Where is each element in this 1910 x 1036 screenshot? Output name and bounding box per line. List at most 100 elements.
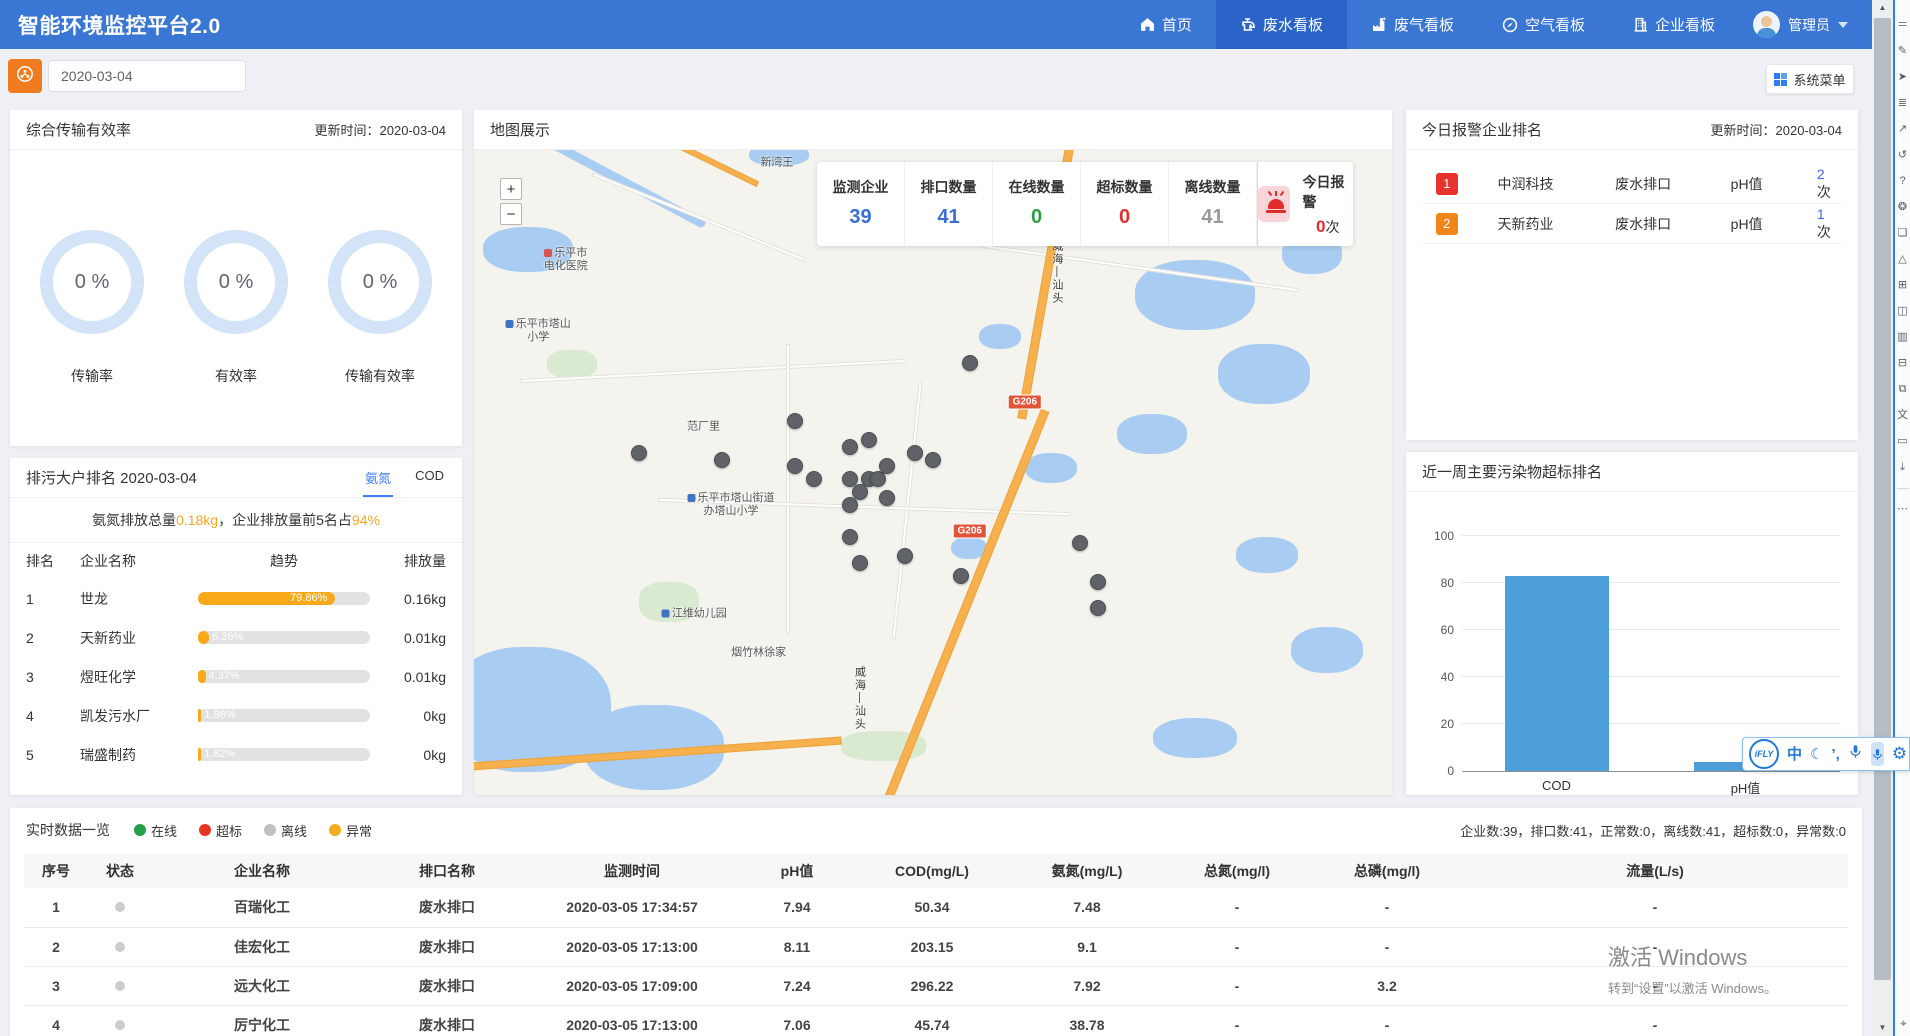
enterprise-marker[interactable] xyxy=(1090,600,1106,616)
zoom-out-button[interactable]: − xyxy=(500,203,522,225)
data-cell: 50.34 xyxy=(852,888,1012,927)
map-canvas[interactable]: 沈家岭新湾王乐平市 电化医院乐平市塔山 小学范厂里乐平市塔山街道 办塔山小学江维… xyxy=(474,150,1392,795)
scroll-up-arrow[interactable]: ▲ xyxy=(1872,0,1893,16)
enterprise-marker[interactable] xyxy=(787,458,803,474)
enterprise-marker[interactable] xyxy=(925,452,941,468)
enterprise-marker[interactable] xyxy=(806,471,822,487)
school-icon xyxy=(506,320,514,328)
browser-side-toolbar: ＝ ✎ ➤ ≣ ↗ ↺? ❂ ❏ △ ⊞ ◫ ▥ ⊟ ⧉ 文 ▭ ⤓ ⋯ ⌖ xyxy=(1893,0,1910,1036)
enterprise-marker[interactable] xyxy=(842,497,858,513)
map-place-label: 新湾王 xyxy=(760,156,793,169)
more-icon[interactable]: ⋯ xyxy=(1897,504,1908,515)
x-axis-label: pH值 xyxy=(1686,778,1806,797)
chart-icon[interactable]: ▥ xyxy=(1897,332,1907,343)
user-menu[interactable]: 管理员 xyxy=(1739,0,1862,49)
adjust-icon[interactable]: ≣ xyxy=(1898,98,1907,109)
enterprise-marker[interactable] xyxy=(787,413,803,429)
legend-item: 超标 xyxy=(199,821,242,840)
transmission-panel: 综合传输有效率 更新时间：2020-03-04 0 %传输率0 %有效率0 %传… xyxy=(10,110,462,446)
transmission-update-time: 更新时间：2020-03-04 xyxy=(315,120,447,139)
enterprise-marker[interactable] xyxy=(907,445,923,461)
zoom-in-button[interactable]: + xyxy=(500,178,522,200)
nav-home[interactable]: 首页 xyxy=(1116,0,1216,49)
nav-enterprise[interactable]: 企业看板 xyxy=(1609,0,1739,49)
enterprise-marker[interactable] xyxy=(953,568,969,584)
weekly-chart-title: 近一周主要污染物超标排名 xyxy=(1422,461,1602,482)
rank-badge: 1 xyxy=(1436,173,1458,195)
summary-prefix: 氨氮排放总量 xyxy=(92,510,176,530)
table-icon[interactable]: ⊞ xyxy=(1898,280,1907,291)
ifly-mic-icon[interactable] xyxy=(1848,744,1863,764)
org-structure-button[interactable] xyxy=(8,59,42,93)
y-tick-label: 80 xyxy=(1420,576,1454,590)
realtime-table: 序号状态企业名称排口名称监测时间pH值COD(mg/L)氨氮(mg/L)总氮(m… xyxy=(24,854,1848,1036)
layout-icon[interactable]: ◫ xyxy=(1897,306,1907,317)
trend-percent: 79.86% xyxy=(198,592,327,605)
enterprise-marker[interactable] xyxy=(897,548,913,564)
scroll-down-arrow[interactable]: ▼ xyxy=(1872,1020,1893,1036)
translate-icon[interactable]: 文 xyxy=(1897,410,1908,421)
enterprise-marker[interactable] xyxy=(879,490,895,506)
column-header: 排口名称 xyxy=(372,854,522,888)
enterprise-marker[interactable] xyxy=(861,432,877,448)
enterprise-marker[interactable] xyxy=(1090,574,1106,590)
badge-icon[interactable]: ❂ xyxy=(1898,202,1907,213)
nav-wastewater[interactable]: 废水看板 xyxy=(1216,0,1347,49)
highlighter-icon[interactable]: △ xyxy=(1898,254,1906,265)
today-alarm-cell: 今日报警 0次 xyxy=(1257,162,1353,246)
nav-exhaust[interactable]: 废气看板 xyxy=(1347,0,1478,49)
trend-percent: 1.98% xyxy=(204,709,235,722)
enterprise-marker[interactable] xyxy=(842,529,858,545)
ifly-punctuation-icon[interactable]: ’, xyxy=(1831,747,1839,762)
image-stack-icon[interactable]: ⧉ xyxy=(1899,384,1907,395)
enterprise-marker[interactable] xyxy=(842,439,858,455)
factor-name: pH值 xyxy=(1731,214,1817,234)
data-cell: 7.06 xyxy=(742,1005,852,1036)
handle-icon[interactable]: ＝ xyxy=(1897,20,1908,31)
box-icon[interactable]: ⊟ xyxy=(1898,358,1907,369)
ifly-logo[interactable]: iFLY xyxy=(1749,739,1779,769)
pen-icon[interactable]: ✎ xyxy=(1898,46,1907,57)
alarm-siren-icon xyxy=(1258,186,1290,222)
image-icon[interactable]: ▭ xyxy=(1897,436,1907,447)
enterprise-marker[interactable] xyxy=(879,458,895,474)
ifly-settings-gear-icon[interactable]: ⚙ xyxy=(1892,744,1907,764)
share-icon[interactable]: ↗ xyxy=(1898,124,1907,135)
gridline xyxy=(1462,535,1840,536)
data-cell: 38.78 xyxy=(1012,1005,1162,1036)
focus-icon[interactable]: ⌖ xyxy=(1895,1019,1910,1030)
scrollbar-thumb[interactable] xyxy=(1874,18,1891,980)
y-tick-label: 0 xyxy=(1420,764,1454,778)
data-cell: - xyxy=(1312,1005,1462,1036)
enterprise-marker[interactable] xyxy=(714,452,730,468)
tab-cod[interactable]: COD xyxy=(413,458,446,497)
map-place-label: 乐平市 电化医院 xyxy=(544,247,588,273)
cursor-icon[interactable]: ➤ xyxy=(1898,72,1907,83)
browser-scrollbar[interactable]: ▲ ▼ xyxy=(1872,0,1893,1036)
data-cell: 7.24 xyxy=(742,966,852,1005)
enterprise-marker[interactable] xyxy=(1072,535,1088,551)
alarm-times: 1 次 xyxy=(1817,206,1842,242)
tab-ammonia[interactable]: 氨氮 xyxy=(363,458,393,497)
date-picker-input[interactable]: 2020-03-04 xyxy=(48,60,246,92)
system-menu-button[interactable]: 系统菜单 xyxy=(1766,64,1854,94)
shapes-icon[interactable]: ❏ xyxy=(1898,228,1908,239)
polluter-ranking-panel: 排污大户排名 2020-03-04 氨氮 COD 氨氮排放总量0.18kg，企业… xyxy=(10,458,462,795)
enterprise-marker[interactable] xyxy=(631,445,647,461)
nav-air[interactable]: 空气看板 xyxy=(1478,0,1609,49)
company-name: 天新药业 xyxy=(1498,214,1616,234)
ifly-lang-toggle[interactable]: 中 xyxy=(1787,747,1802,762)
help-icon[interactable]: ? xyxy=(1899,176,1905,187)
data-cell: 废水排口 xyxy=(372,1005,522,1036)
history-icon[interactable]: ↺ xyxy=(1898,150,1907,161)
today-alarm-rows: 1中润科技废水排口pH值2 次2天新药业废水排口pH值1 次 xyxy=(1406,150,1858,244)
polluter-rows: 1世龙79.86%0.16kg2天新药业6.36%0.01kg3煜旺化学4.37… xyxy=(10,579,462,774)
legend-dot xyxy=(134,824,146,836)
ifly-voice-button[interactable] xyxy=(1871,742,1884,766)
gauge-label: 传输率 xyxy=(71,366,113,386)
enterprise-marker[interactable] xyxy=(962,355,978,371)
ifly-night-mode-icon[interactable]: ☾ xyxy=(1810,747,1823,762)
download-icon[interactable]: ⤓ xyxy=(1900,462,1905,473)
enterprise-marker[interactable] xyxy=(852,555,868,571)
y-tick-label: 100 xyxy=(1420,529,1454,543)
